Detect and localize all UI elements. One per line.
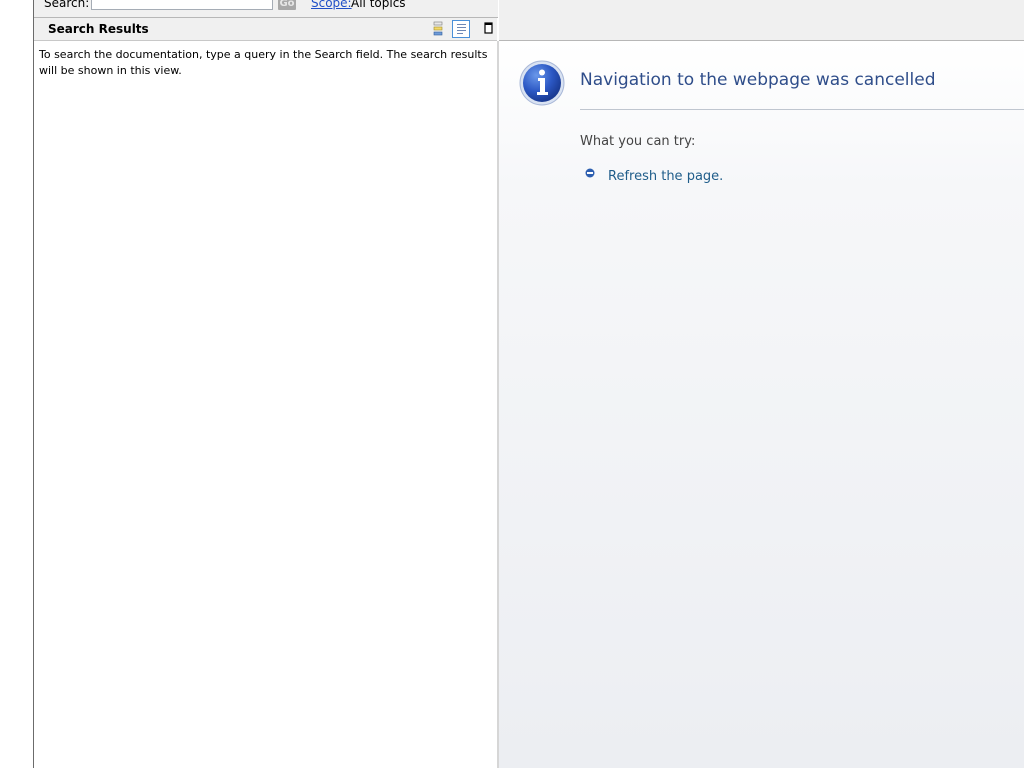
page-title: Navigation to the webpage was cancelled [580,70,936,90]
search-bar: Search: Go Scope: All topics [34,0,498,18]
info-icon [519,60,565,106]
search-results-title: Search Results [48,22,149,36]
bullet-icon [585,168,595,178]
scope-value: All topics [351,0,406,10]
minimize-icon[interactable] [481,21,497,37]
left-gutter [0,0,34,768]
search-results-header: Search Results [34,18,497,41]
search-input[interactable] [91,0,273,10]
scope-link[interactable]: Scope: [311,0,352,10]
search-results-message: To search the documentation, type a quer… [39,48,488,77]
search-label: Search: [44,0,90,10]
content-top-bar [499,0,1024,41]
search-results-panel: To search the documentation, type a quer… [34,41,499,768]
try-label: What you can try: [580,134,696,149]
navigation-cancelled-page: Navigation to the webpage was cancelled … [499,41,1024,768]
title-divider [580,109,1024,110]
refresh-page-link[interactable]: Refresh the page. [608,169,723,184]
go-button[interactable]: Go [278,0,296,10]
list-view-icon[interactable] [430,21,446,37]
detail-view-icon[interactable] [452,20,470,38]
